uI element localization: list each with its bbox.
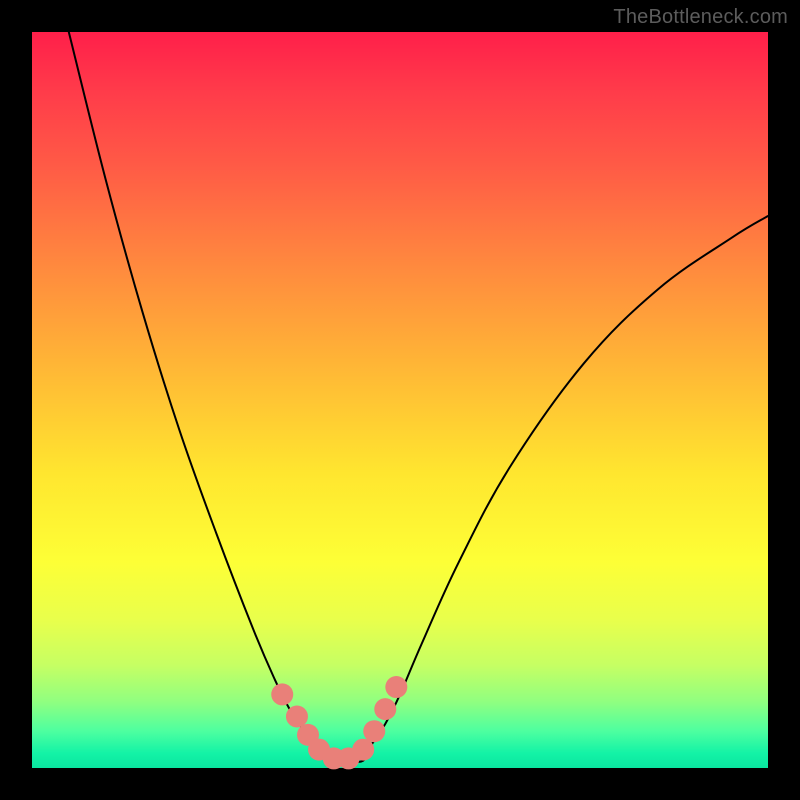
chart-frame: TheBottleneck.com [0,0,800,800]
marker-point [286,705,308,727]
chart-svg [32,32,768,768]
series-right-curve [371,216,768,746]
plot-area [32,32,768,768]
curve-layer [69,32,768,762]
watermark-text: TheBottleneck.com [613,6,788,29]
marker-point [352,739,374,761]
marker-point [374,698,396,720]
marker-point [363,720,385,742]
marker-point [385,676,407,698]
series-left-curve [69,32,319,746]
marker-point [271,683,293,705]
